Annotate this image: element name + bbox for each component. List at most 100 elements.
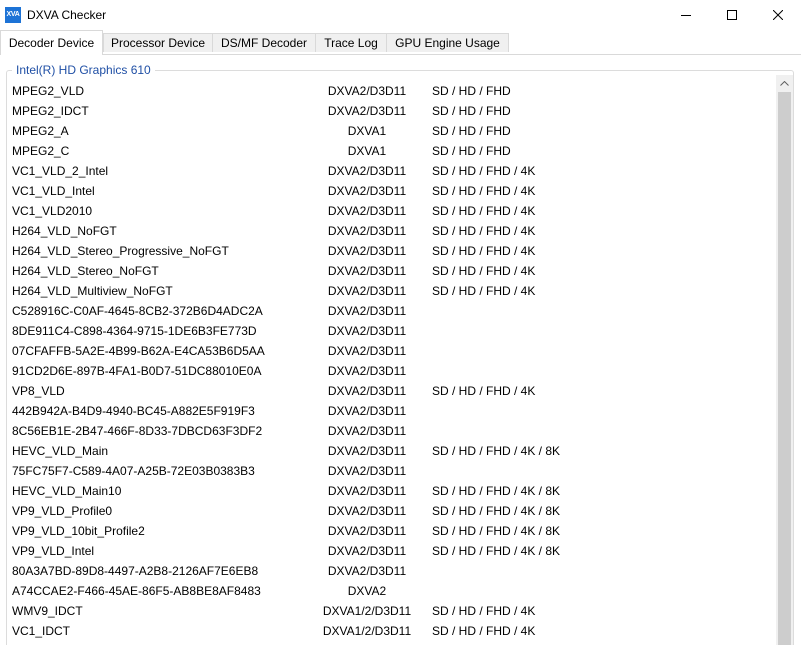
decoder-resolutions: SD / HD / FHD / 4K bbox=[432, 224, 536, 238]
decoder-name: 80A3A7BD-89D8-4497-A2B8-2126AF7E6EB8 bbox=[12, 564, 259, 578]
list-item[interactable]: VP9_VLD_10bit_Profile2 DXVA2/D3D11 SD / HD… bbox=[12, 521, 772, 541]
maximize-button[interactable] bbox=[709, 0, 755, 30]
decoder-api: DXVA2/D3D11 bbox=[327, 364, 407, 378]
vertical-scrollbar[interactable] bbox=[776, 75, 793, 645]
decoder-resolutions: SD / HD / FHD / 4K bbox=[432, 284, 536, 298]
decoder-resolutions: SD / HD / FHD bbox=[432, 144, 511, 158]
decoder-name: H264_VLD_Stereo_NoFGT bbox=[12, 264, 159, 278]
decoder-api: DXVA2/D3D11 bbox=[327, 504, 407, 518]
list-item[interactable]: MPEG2_VLD DXVA2/D3D11 SD / HD / FHD bbox=[12, 81, 772, 101]
decoder-resolutions: SD / HD / FHD / 4K / 8K bbox=[432, 484, 561, 498]
list-item[interactable]: VC1_VLD2010 DXVA2/D3D11 SD / HD / FHD / 4K bbox=[12, 201, 772, 221]
gpu-name-label: Intel(R) HD Graphics 610 bbox=[12, 63, 155, 77]
list-item[interactable]: H264_VLD_NoFGT DXVA2/D3D11 SD / HD / FHD /… bbox=[12, 221, 772, 241]
decoder-name: MPEG2_VLD bbox=[12, 84, 85, 98]
list-item[interactable]: H264_VLD_Stereo_NoFGT DXVA2/D3D11 SD / HD … bbox=[12, 261, 772, 281]
list-item[interactable]: 80A3A7BD-89D8-4497-A2B8-2126AF7E6EB8 DXVA… bbox=[12, 561, 772, 581]
minimize-icon bbox=[681, 15, 691, 16]
decoder-resolutions: SD / HD / FHD / 4K bbox=[432, 624, 536, 638]
list-item[interactable]: VC1_VLD_Intel DXVA2/D3D11 SD / HD / FHD / … bbox=[12, 181, 772, 201]
decoder-resolutions: SD / HD / FHD / 4K bbox=[432, 204, 536, 218]
close-button[interactable] bbox=[755, 0, 801, 30]
decoder-api: DXVA2/D3D11 bbox=[327, 224, 407, 238]
tab-trace-log[interactable]: Trace Log bbox=[315, 33, 387, 52]
list-item[interactable]: WMV9_IDCT DXVA1/2/D3D11 SD / HD / FHD / 4K bbox=[12, 601, 772, 621]
title-bar[interactable]: XVA DXVA Checker bbox=[0, 0, 801, 30]
list-item[interactable]: 91CD2D6E-897B-4FA1-B0D7-51DC88010E0A DXVA… bbox=[12, 361, 772, 381]
tab-panel-border bbox=[0, 54, 801, 55]
list-item[interactable]: VP9_VLD_Profile0 DXVA2/D3D11 SD / HD / FHD… bbox=[12, 501, 772, 521]
tab-gpu-engine-usage[interactable]: GPU Engine Usage bbox=[386, 33, 509, 52]
scroll-thumb[interactable] bbox=[778, 92, 791, 645]
tab-processor-device[interactable]: Processor Device bbox=[103, 33, 213, 52]
list-item[interactable]: HEVC_VLD_Main10 DXVA2/D3D11 SD / HD / FHD … bbox=[12, 481, 772, 501]
decoder-api: DXVA2/D3D11 bbox=[327, 344, 407, 358]
decoder-name: MPEG2_C bbox=[12, 144, 70, 158]
decoder-name: 442B942A-B4D9-4940-BC45-A882E5F919F3 bbox=[12, 404, 255, 418]
decoder-resolutions: SD / HD / FHD / 4K bbox=[432, 604, 536, 618]
decoder-list[interactable]: MPEG2_VLD DXVA2/D3D11 SD / HD / FHD MPEG2_I… bbox=[12, 81, 772, 641]
decoder-name: 8C56EB1E-2B47-466F-8D33-7DBCD63F3DF2 bbox=[12, 424, 263, 438]
decoder-api: DXVA2/D3D11 bbox=[327, 84, 407, 98]
decoder-name: A74CCAE2-F466-45AE-86F5-AB8BE8AF8483 bbox=[12, 584, 261, 598]
decoder-api: DXVA2/D3D11 bbox=[327, 564, 407, 578]
list-item[interactable]: C528916C-C0AF-4645-8CB2-372B6D4ADC2A DXVA… bbox=[12, 301, 772, 321]
decoder-resolutions: SD / HD / FHD / 4K / 8K bbox=[432, 544, 561, 558]
decoder-api: DXVA2/D3D11 bbox=[327, 284, 407, 298]
decoder-resolutions: SD / HD / FHD bbox=[432, 104, 511, 118]
decoder-api: DXVA2 bbox=[347, 584, 387, 598]
decoder-name: HEVC_VLD_Main10 bbox=[12, 484, 122, 498]
scroll-up-button[interactable] bbox=[776, 75, 793, 92]
list-item[interactable]: 75FC75F7-C589-4A07-A25B-72E03B0383B3 DXVA… bbox=[12, 461, 772, 481]
minimize-button[interactable] bbox=[663, 0, 709, 30]
list-item[interactable]: VC1_IDCT DXVA1/2/D3D11 SD / HD / FHD / 4K bbox=[12, 621, 772, 641]
decoder-name: VC1_VLD2010 bbox=[12, 204, 93, 218]
dxva-checker-window: XVA DXVA Checker Decoder Device Processo… bbox=[0, 0, 801, 645]
list-item[interactable]: 442B942A-B4D9-4940-BC45-A882E5F919F3 DXVA… bbox=[12, 401, 772, 421]
maximize-icon bbox=[727, 10, 737, 20]
decoder-resolutions: SD / HD / FHD / 4K / 8K bbox=[432, 504, 561, 518]
close-icon bbox=[773, 10, 783, 20]
list-item[interactable]: MPEG2_A DXVA1 SD / HD / FHD bbox=[12, 121, 772, 141]
decoder-api: DXVA2/D3D11 bbox=[327, 104, 407, 118]
list-item[interactable]: MPEG2_IDCT DXVA2/D3D11 SD / HD / FHD bbox=[12, 101, 772, 121]
list-item[interactable]: 8DE911C4-C898-4364-9715-1DE6B3FE773D DXVA… bbox=[12, 321, 772, 341]
decoder-resolutions: SD / HD / FHD / 4K bbox=[432, 384, 536, 398]
decoder-name: HEVC_VLD_Main bbox=[12, 444, 109, 458]
decoder-api: DXVA1/2/D3D11 bbox=[322, 604, 412, 618]
list-item[interactable]: 07CFAFFB-5A2E-4B99-B62A-E4CA53B6D5AA DXVA… bbox=[12, 341, 772, 361]
list-item[interactable]: VC1_VLD_2_Intel DXVA2/D3D11 SD / HD / FHD … bbox=[12, 161, 772, 181]
decoder-api: DXVA2/D3D11 bbox=[327, 184, 407, 198]
decoder-name: 8DE911C4-C898-4364-9715-1DE6B3FE773D bbox=[12, 324, 257, 338]
decoder-name: H264_VLD_Multiview_NoFGT bbox=[12, 284, 173, 298]
list-item[interactable]: 8C56EB1E-2B47-466F-8D33-7DBCD63F3DF2 DXVA… bbox=[12, 421, 772, 441]
decoder-name: VC1_IDCT bbox=[12, 624, 71, 638]
list-item[interactable]: HEVC_VLD_Main DXVA2/D3D11 SD / HD / FHD / … bbox=[12, 441, 772, 461]
decoder-name: VP9_VLD_10bit_Profile2 bbox=[12, 524, 145, 538]
decoder-name: H264_VLD_Stereo_Progressive_NoFGT bbox=[12, 244, 229, 258]
decoder-resolutions: SD / HD / FHD / 4K bbox=[432, 244, 536, 258]
decoder-name: VC1_VLD_2_Intel bbox=[12, 164, 109, 178]
decoder-api: DXVA2/D3D11 bbox=[327, 484, 407, 498]
decoder-name: H264_VLD_NoFGT bbox=[12, 224, 117, 238]
tab-decoder-device[interactable]: Decoder Device bbox=[0, 30, 103, 55]
decoder-api: DXVA2/D3D11 bbox=[327, 424, 407, 438]
list-item[interactable]: MPEG2_C DXVA1 SD / HD / FHD bbox=[12, 141, 772, 161]
decoder-api: DXVA2/D3D11 bbox=[327, 444, 407, 458]
scroll-up-arrow-icon bbox=[780, 81, 789, 86]
decoder-resolutions: SD / HD / FHD / 4K / 8K bbox=[432, 524, 561, 538]
decoder-resolutions: SD / HD / FHD / 4K bbox=[432, 264, 536, 278]
list-item[interactable]: VP9_VLD_Intel DXVA2/D3D11 SD / HD / FHD / … bbox=[12, 541, 772, 561]
list-item[interactable]: H264_VLD_Stereo_Progressive_NoFGT DXVA2/D… bbox=[12, 241, 772, 261]
decoder-api: DXVA2/D3D11 bbox=[327, 264, 407, 278]
decoder-name: VP9_VLD_Intel bbox=[12, 544, 95, 558]
tab-ds-mf-decoder[interactable]: DS/MF Decoder bbox=[212, 33, 316, 52]
list-item[interactable]: A74CCAE2-F466-45AE-86F5-AB8BE8AF8483 DXVA… bbox=[12, 581, 772, 601]
list-item[interactable]: VP8_VLD DXVA2/D3D11 SD / HD / FHD / 4K bbox=[12, 381, 772, 401]
decoder-name: 75FC75F7-C589-4A07-A25B-72E03B0383B3 bbox=[12, 464, 255, 478]
decoder-api: DXVA2/D3D11 bbox=[327, 404, 407, 418]
list-item[interactable]: H264_VLD_Multiview_NoFGT DXVA2/D3D11 SD / … bbox=[12, 281, 772, 301]
decoder-api: DXVA2/D3D11 bbox=[327, 304, 407, 318]
decoder-resolutions: SD / HD / FHD bbox=[432, 84, 511, 98]
decoder-api: DXVA2/D3D11 bbox=[327, 524, 407, 538]
